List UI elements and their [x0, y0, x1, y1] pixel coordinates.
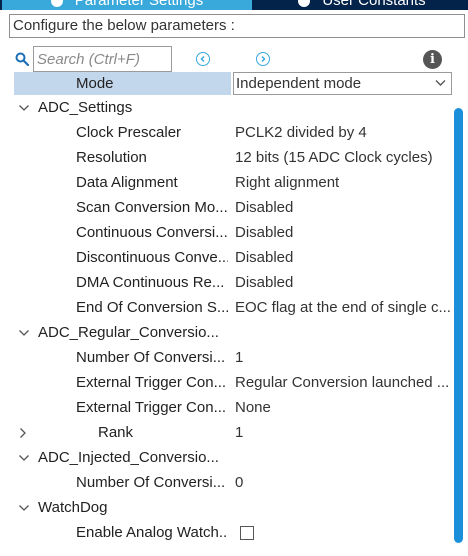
param-label: Resolution [76, 149, 147, 166]
toolbar: i [0, 44, 468, 74]
param-label: Scan Conversion Mo... [76, 199, 228, 216]
info-button[interactable]: i [423, 50, 442, 69]
param-label: DMA Continuous Re... [76, 274, 225, 291]
vertical-scrollbar[interactable] [454, 108, 463, 543]
param-value: Disabled [235, 274, 294, 291]
param-row-regular-number-of-conversion[interactable]: Number Of Conversi... 1 [0, 346, 452, 371]
param-label: End Of Conversion S... [76, 299, 228, 316]
info-icon: i [430, 52, 435, 67]
chevron-down-icon[interactable] [18, 327, 30, 339]
group-adc-injected-conversion[interactable]: ADC_Injected_Conversio... [0, 446, 452, 471]
group-label: WatchDog [38, 499, 108, 516]
param-row-scan-conversion[interactable]: Scan Conversion Mo... Disabled [0, 196, 452, 221]
chevron-left-icon [200, 55, 205, 63]
param-row-continuous-conversion[interactable]: Continuous Conversi... Disabled [0, 221, 452, 246]
param-value: PCLK2 divided by 4 [235, 124, 367, 141]
param-value: EOC flag at the end of single c... [235, 299, 450, 316]
param-value: None [235, 399, 271, 416]
param-label: Enable Analog Watch... [76, 524, 228, 541]
tab-parameter-settings[interactable]: Parameter Settings [2, 0, 252, 10]
param-label: Continuous Conversi... [76, 224, 228, 241]
tab-user-constants[interactable]: User Constants [256, 0, 468, 10]
chevron-down-icon[interactable] [18, 102, 30, 114]
param-value: 12 bits (15 ADC Clock cycles) [235, 149, 433, 166]
param-label: Number Of Conversi... [76, 474, 226, 491]
param-label: External Trigger Con... [76, 399, 227, 416]
chevron-right-icon[interactable] [17, 427, 29, 439]
group-label: ADC_Injected_Conversio... [38, 449, 219, 466]
param-row-data-alignment[interactable]: Data Alignment Right alignment [0, 171, 452, 196]
group-label: ADC_Regular_Conversio... [38, 324, 219, 341]
enable-analog-watchdog-checkbox[interactable] [240, 526, 254, 540]
param-label: Rank [98, 424, 134, 441]
mode-dropdown[interactable]: Independent mode [233, 72, 452, 95]
param-value: Regular Conversion launched ... [235, 374, 450, 391]
chevron-down-icon[interactable] [18, 452, 30, 464]
tab-bar: Parameter Settings User Constants [0, 0, 468, 10]
param-row-resolution[interactable]: Resolution 12 bits (15 ADC Clock cycles) [0, 146, 452, 171]
chevron-right-icon [261, 55, 266, 63]
chevron-down-icon[interactable] [18, 502, 30, 514]
next-match-button[interactable] [256, 52, 270, 66]
configure-banner: Configure the below parameters : [9, 14, 465, 38]
param-row-external-trigger-conversion-source[interactable]: External Trigger Con... Regular Conversi… [0, 371, 452, 396]
param-value: 1 [235, 424, 244, 441]
param-row-end-of-conversion[interactable]: End Of Conversion S... EOC flag at the e… [0, 296, 452, 321]
previous-match-button[interactable] [196, 52, 210, 66]
group-adc-regular-conversion[interactable]: ADC_Regular_Conversio... [0, 321, 452, 346]
param-value: Disabled [235, 249, 294, 266]
search-input[interactable] [33, 46, 172, 72]
group-watchdog[interactable]: WatchDog [0, 496, 452, 521]
param-value: Right alignment [235, 174, 340, 191]
param-value: 1 [235, 349, 244, 366]
param-row-discontinuous-conversion[interactable]: Discontinuous Conve... Disabled [0, 246, 452, 271]
group-label: ADC_Settings [38, 99, 133, 116]
param-row-clock-prescaler[interactable]: Clock Prescaler PCLK2 divided by 4 [0, 121, 452, 146]
param-label: Mode [76, 75, 114, 92]
tab-label: Parameter Settings [74, 0, 204, 9]
search-icon [15, 52, 29, 66]
parameter-tree: Mode Independent mode ADC_Settings Clock… [0, 72, 452, 547]
param-label: Number Of Conversi... [76, 349, 226, 366]
group-adc-settings[interactable]: ADC_Settings [0, 96, 452, 121]
param-value: 0 [235, 474, 244, 491]
param-label: Data Alignment [76, 174, 178, 191]
param-row-injected-number-of-conversion[interactable]: Number Of Conversi... 0 [0, 471, 452, 496]
dropdown-value: Independent mode [236, 75, 362, 92]
param-value: Disabled [235, 199, 294, 216]
param-row-external-trigger-conversion-edge[interactable]: External Trigger Con... None [0, 396, 452, 421]
param-value: Disabled [235, 224, 294, 241]
param-label: Discontinuous Conve... [76, 249, 228, 266]
param-row-enable-analog-watchdog[interactable]: Enable Analog Watch... [0, 521, 452, 546]
gear-icon [50, 0, 63, 7]
gear-icon [298, 0, 311, 7]
chevron-down-icon [435, 80, 446, 86]
param-row-mode[interactable]: Mode Independent mode [0, 72, 452, 97]
param-label: Clock Prescaler [76, 124, 182, 141]
param-label: External Trigger Con... [76, 374, 227, 391]
tab-label: User Constants [322, 0, 426, 9]
param-row-rank[interactable]: Rank 1 [0, 421, 452, 446]
param-row-dma-continuous[interactable]: DMA Continuous Re... Disabled [0, 271, 452, 296]
